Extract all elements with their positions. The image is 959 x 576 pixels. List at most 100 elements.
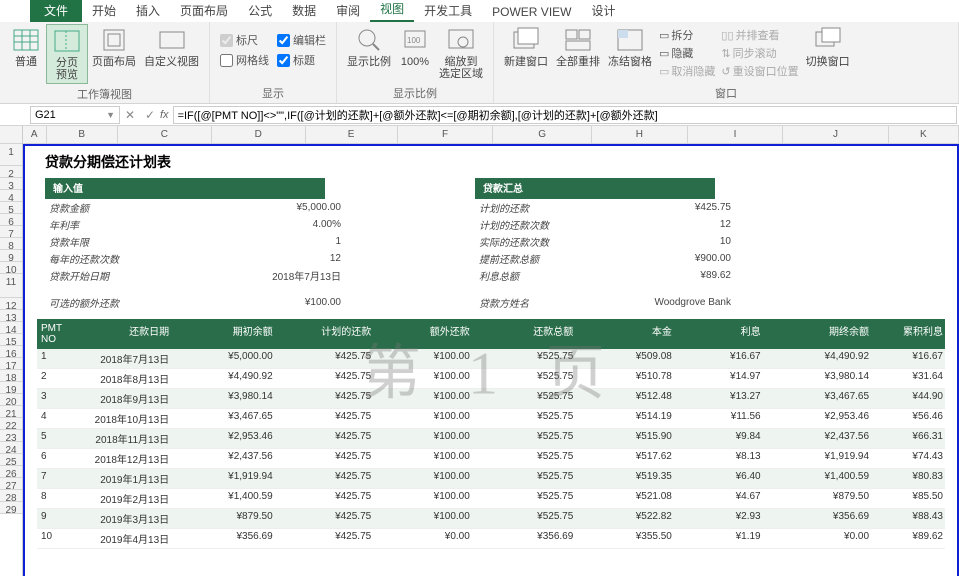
zoom-selection-button[interactable]: 缩放到 选定区域 [435,24,487,82]
row-header[interactable]: 6 [0,214,22,226]
table-row[interactable]: 72019年1月13日¥1,919.94¥425.75¥100.00¥525.7… [37,469,945,489]
row-header[interactable]: 1 [0,144,22,166]
normal-view-icon [10,26,42,54]
row-header[interactable]: 12 [0,298,22,310]
row-header[interactable]: 23 [0,430,22,442]
row-headers[interactable]: 1234567891011121314151617181920212223242… [0,126,23,576]
column-header[interactable]: E [306,126,398,143]
row-header[interactable]: 17 [0,358,22,370]
row-header[interactable]: 4 [0,190,22,202]
fx-icon[interactable]: fx [160,109,169,121]
tab-dev[interactable]: 开发工具 [414,0,482,22]
tab-design[interactable]: 设计 [581,0,625,22]
column-headers[interactable]: ABCDEFGHIJK [23,126,959,144]
row-header[interactable]: 21 [0,406,22,418]
cancel-formula-icon[interactable]: ✕ [120,108,140,122]
row-header[interactable]: 13 [0,310,22,322]
column-header[interactable]: B [47,126,118,143]
tab-layout[interactable]: 页面布局 [170,0,238,22]
view-pagebreak-button[interactable]: 分页 预览 [46,24,88,84]
tab-view[interactable]: 视图 [370,0,414,22]
checkbox-ruler[interactable]: 标尺 [220,32,269,48]
row-header[interactable]: 29 [0,502,22,514]
row-header[interactable]: 9 [0,250,22,262]
column-header[interactable]: I [688,126,784,143]
row-header[interactable]: 8 [0,238,22,250]
table-row[interactable]: 22018年8月13日¥4,490.92¥425.75¥100.00¥525.7… [37,369,945,389]
formula-input[interactable]: =IF([@[PMT NO]]<>"",IF([@计划的还款]+[@额外还款]<… [173,106,957,124]
sync-scroll-button: ⇅同步滚动 [718,44,801,62]
row-header[interactable]: 14 [0,322,22,334]
switch-window-button[interactable]: 切换窗口 [802,24,854,70]
row-header[interactable]: 11 [0,274,22,298]
table-row[interactable]: 52018年11月13日¥2,953.46¥425.75¥100.00¥525.… [37,429,945,449]
svg-text:100: 100 [407,36,421,45]
tab-file[interactable]: 文件 [30,0,82,22]
hide-icon: ▭ [659,47,669,60]
input-row: 计划的还款¥425.75 [475,199,735,216]
input-row: 贷款金额¥5,000.00 [45,199,345,216]
column-header[interactable]: C [118,126,212,143]
table-row[interactable]: 92019年3月13日¥879.50¥425.75¥100.00¥525.75¥… [37,509,945,529]
column-header[interactable]: H [592,126,688,143]
name-box[interactable]: G21▼ [30,106,120,124]
zoom-100-button[interactable]: 100 100% [395,24,435,70]
amortization-rows: 12018年7月13日¥5,000.00¥425.75¥100.00¥525.7… [37,349,945,549]
row-header[interactable]: 25 [0,454,22,466]
column-header[interactable]: A [23,126,47,143]
zoom-button[interactable]: 显示比例 [343,24,395,70]
row-header[interactable]: 24 [0,442,22,454]
table-row[interactable]: 12018年7月13日¥5,000.00¥425.75¥100.00¥525.7… [37,349,945,369]
row-header[interactable]: 3 [0,178,22,190]
new-window-button[interactable]: 新建窗口 [500,24,552,70]
tab-powerview[interactable]: POWER VIEW [482,2,581,22]
view-custom-button[interactable]: 自定义视图 [140,24,203,70]
checkbox-formulabar[interactable]: 编辑栏 [277,32,326,48]
row-header[interactable]: 2 [0,166,22,178]
table-row[interactable]: 32018年9月13日¥3,980.14¥425.75¥100.00¥525.7… [37,389,945,409]
row-header[interactable]: 16 [0,346,22,358]
tab-formulas[interactable]: 公式 [238,0,282,22]
row-header[interactable]: 15 [0,334,22,346]
hide-button[interactable]: ▭隐藏 [656,44,718,62]
view-pagelayout-button[interactable]: 页面布局 [88,24,140,70]
checkbox-gridlines[interactable]: 网格线 [220,52,269,68]
view-normal-button[interactable]: 普通 [6,24,46,70]
column-header[interactable]: K [889,126,959,143]
input-row: 实际的还款次数10 [475,233,735,250]
table-row[interactable]: 102019年4月13日¥356.69¥425.75¥0.00¥356.69¥3… [37,529,945,549]
row-header[interactable]: 19 [0,382,22,394]
row-header[interactable]: 27 [0,478,22,490]
checkbox-headings[interactable]: 标题 [277,52,326,68]
column-header[interactable]: J [783,126,888,143]
sheet-area[interactable]: 1234567891011121314151617181920212223242… [0,126,959,576]
row-header[interactable]: 10 [0,262,22,274]
select-all-corner[interactable] [0,126,22,144]
tab-data[interactable]: 数据 [282,0,326,22]
table-row[interactable]: 62018年12月13日¥2,437.56¥425.75¥100.00¥525.… [37,449,945,469]
page-content: 第 1 页 贷款分期偿还计划表 输入值 贷款金额¥5,000.00年利率4.00… [23,144,959,576]
table-row[interactable]: 82019年2月13日¥1,400.59¥425.75¥100.00¥525.7… [37,489,945,509]
row-header[interactable]: 26 [0,466,22,478]
column-header[interactable]: D [212,126,306,143]
row-header[interactable]: 22 [0,418,22,430]
tab-insert[interactable]: 插入 [126,0,170,22]
column-header[interactable]: G [493,126,592,143]
arrange-all-button[interactable]: 全部重排 [552,24,604,70]
row-header[interactable]: 5 [0,202,22,214]
column-header[interactable]: F [398,126,494,143]
input-table-left: 贷款金额¥5,000.00年利率4.00%贷款年限1每年的还款次数12贷款开始日… [45,199,345,284]
tab-home[interactable]: 开始 [82,0,126,22]
tab-review[interactable]: 审阅 [326,0,370,22]
optional-extra-row: 可选的额外还款¥100.00 [45,294,345,311]
table-row[interactable]: 42018年10月13日¥3,467.65¥425.75¥100.00¥525.… [37,409,945,429]
freeze-panes-button[interactable]: 冻结窗格 [604,24,656,70]
row-header[interactable]: 20 [0,394,22,406]
unhide-icon: ▭ [659,65,669,78]
accept-formula-icon[interactable]: ✓ [140,108,160,122]
row-header[interactable]: 18 [0,370,22,382]
row-header[interactable]: 7 [0,226,22,238]
split-button[interactable]: ▭拆分 [656,26,718,44]
chevron-down-icon[interactable]: ▼ [106,110,115,120]
row-header[interactable]: 28 [0,490,22,502]
